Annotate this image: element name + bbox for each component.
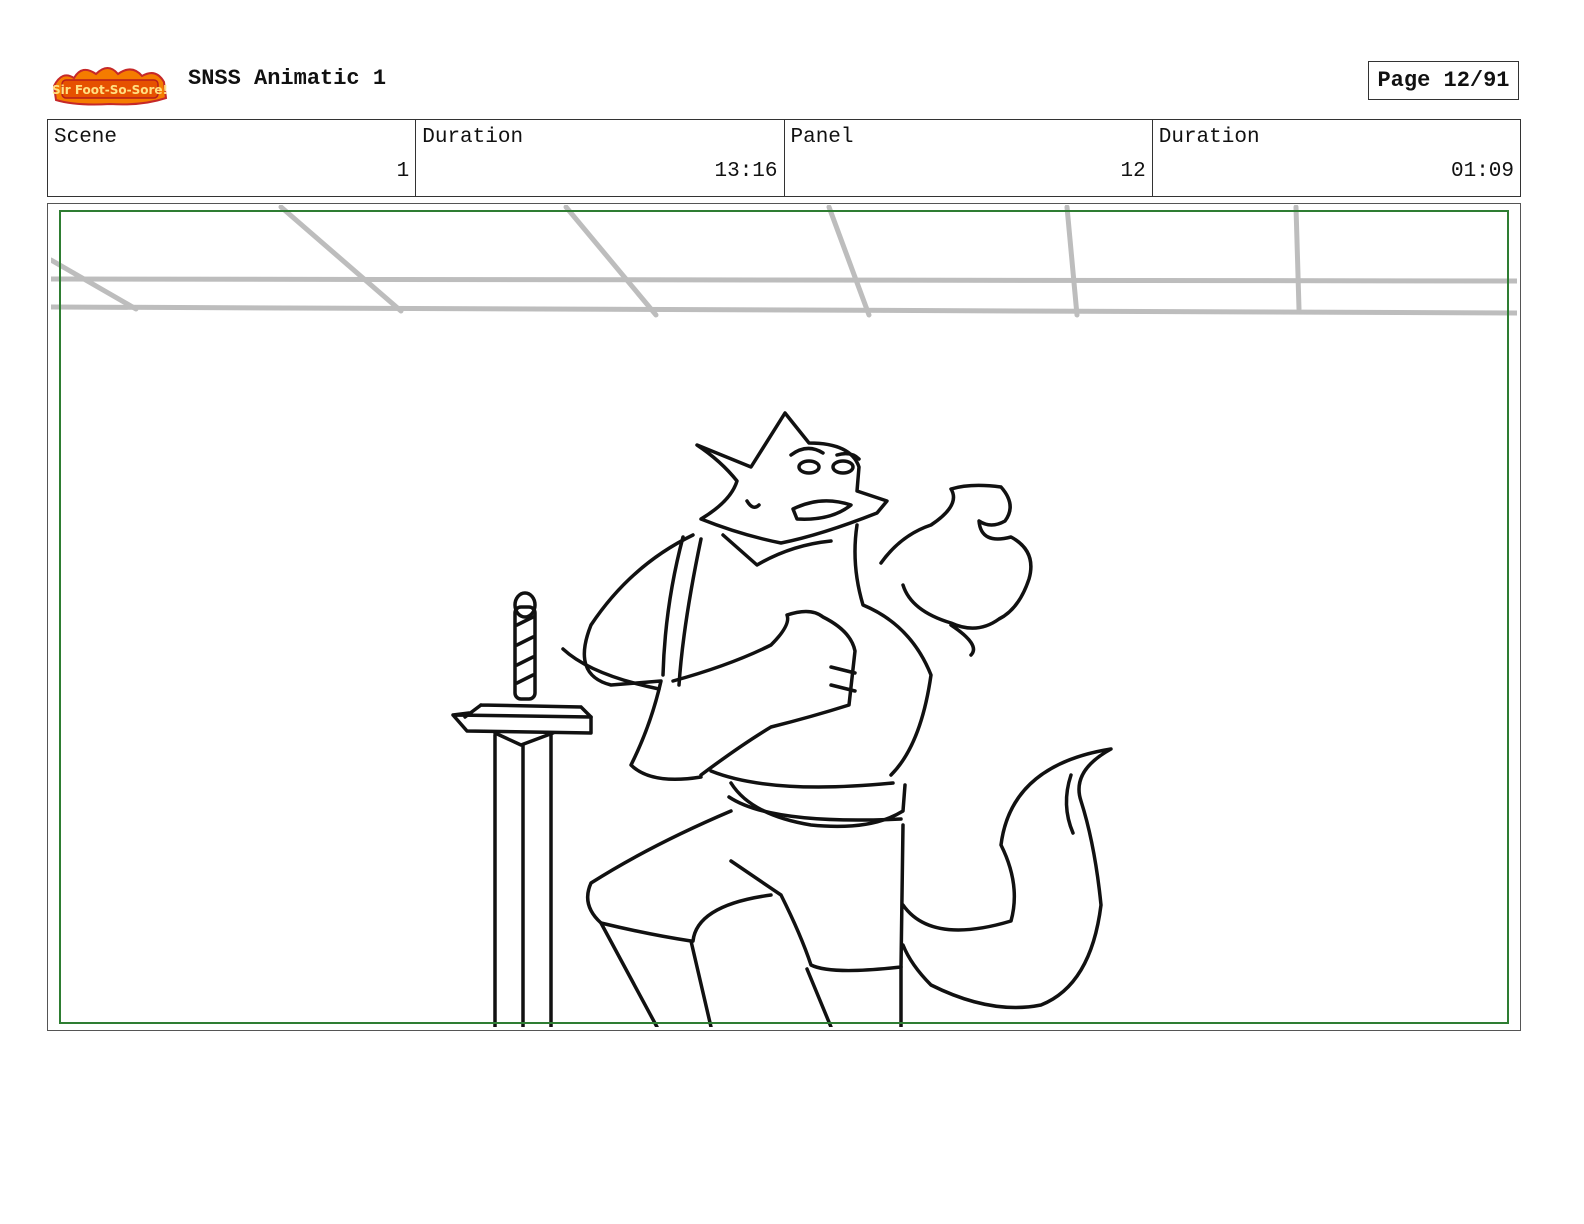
scene-duration-value: 13:16 [714, 160, 778, 183]
panel-label: Panel [790, 126, 854, 149]
scene-value: 1 [396, 160, 410, 183]
logo-text: Sir Foot-So-Sore! [52, 83, 168, 97]
scene-info-table: Scene 1 Duration 13:16 Panel 12 Duration… [47, 119, 1521, 197]
document-title: SNSS Animatic 1 [188, 66, 387, 91]
panel-cell: Panel 12 [785, 120, 1153, 196]
panel-value: 12 [1120, 160, 1146, 183]
scene-duration-cell: Duration 13:16 [416, 120, 785, 196]
scene-duration-label: Duration [422, 126, 524, 149]
panel-duration-value: 01:09 [1450, 160, 1514, 183]
panel-duration-label: Duration [1158, 126, 1260, 149]
show-logo: Sir Foot-So-Sore! [52, 60, 168, 106]
scene-label: Scene [54, 126, 118, 149]
panel-duration-cell: Duration 01:09 [1153, 120, 1520, 196]
safe-area-frame [59, 210, 1509, 1024]
scene-cell: Scene 1 [48, 120, 417, 196]
page-indicator: Page 12/91 [1368, 61, 1519, 100]
